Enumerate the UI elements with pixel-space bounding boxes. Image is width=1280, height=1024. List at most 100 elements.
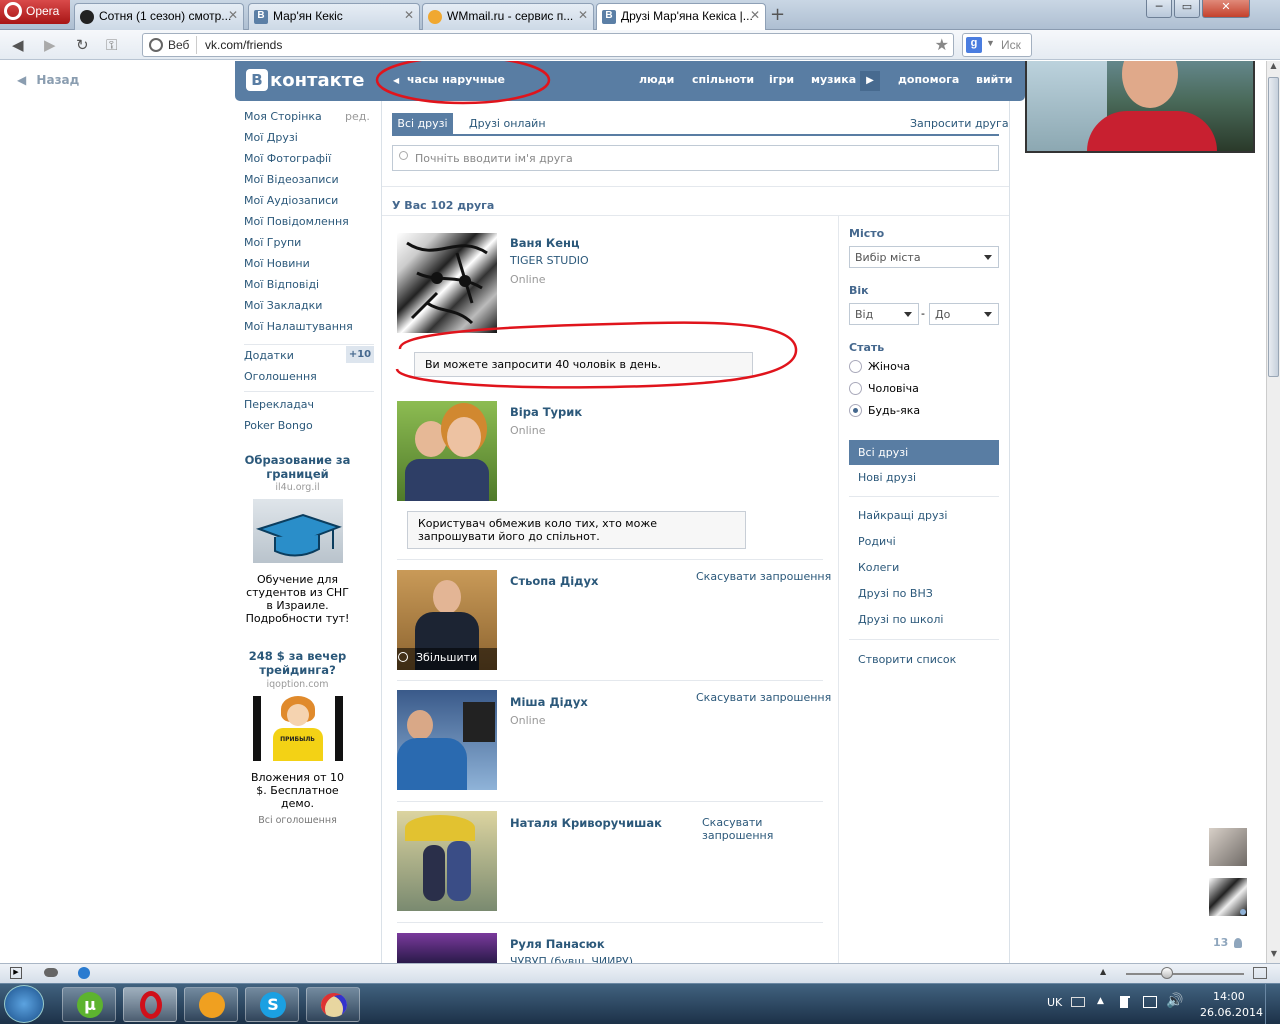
- list-best-friends[interactable]: Найкращі друзі: [848, 503, 998, 529]
- tab-close-icon[interactable]: ✕: [750, 8, 760, 22]
- list-relatives[interactable]: Родичі: [848, 529, 998, 555]
- menu-item-translator[interactable]: Перекладач: [244, 398, 314, 411]
- sex-radio-male[interactable]: [849, 382, 862, 395]
- friend-subtitle[interactable]: TIGER STUDIO: [510, 254, 589, 267]
- new-tab-plus-icon[interactable]: +: [770, 4, 785, 25]
- menu-item-news[interactable]: Мої Новини: [244, 253, 374, 274]
- tab-friends-online[interactable]: Друзі онлайн: [469, 117, 546, 130]
- tab-close-icon[interactable]: ✕: [228, 8, 238, 22]
- cancel-invite-link[interactable]: Скасувати запрошення: [696, 570, 831, 583]
- chevron-down-icon[interactable]: ▼: [986, 38, 995, 48]
- age-to-select[interactable]: До: [929, 303, 999, 325]
- apps-counter-badge[interactable]: +10: [346, 346, 374, 363]
- friend-search-input[interactable]: Почніть вводити ім'я друга: [392, 145, 999, 171]
- menu-item-apps[interactable]: Додатки: [244, 349, 294, 362]
- cloud-sync-icon[interactable]: [44, 968, 58, 977]
- top-nav-igry[interactable]: ігри: [769, 73, 794, 86]
- clock-time[interactable]: 14:00: [1213, 990, 1245, 1003]
- speed-dial-icon[interactable]: [78, 967, 90, 979]
- friend-avatar[interactable]: [397, 401, 497, 501]
- list-school[interactable]: Друзі по школі: [848, 607, 998, 633]
- friend-avatar[interactable]: [397, 811, 497, 911]
- zoom-slider-thumb[interactable]: [1161, 967, 1173, 979]
- browser-tab[interactable]: Сотня (1 сезон) смотр... ✕: [74, 3, 244, 30]
- online-count[interactable]: 13: [1213, 936, 1243, 949]
- tab-close-icon[interactable]: ✕: [578, 8, 588, 22]
- all-ads-link[interactable]: Всі оголошення: [244, 815, 351, 826]
- taskbar-paint[interactable]: [306, 987, 360, 1022]
- friend-name[interactable]: Руля Панасюк: [510, 937, 605, 951]
- scrollbar-thumb[interactable]: [1268, 77, 1279, 377]
- webcam-overlay[interactable]: [1025, 61, 1255, 153]
- graduation-cap-image[interactable]: [252, 499, 343, 563]
- menu-item-poker[interactable]: Poker Bongo: [244, 419, 313, 432]
- menu-item-settings[interactable]: Мої Налаштування: [244, 316, 374, 337]
- zoom-overlay[interactable]: Збільшити: [397, 648, 497, 670]
- friend-name[interactable]: Міша Дідух: [510, 695, 588, 709]
- tab-all-friends[interactable]: Всі друзі: [392, 113, 453, 134]
- clock-date[interactable]: 26.06.2014: [1200, 1006, 1263, 1019]
- back-link[interactable]: ◀ Назад: [17, 73, 79, 87]
- scroll-down-arrow-icon[interactable]: ▼: [1267, 949, 1280, 963]
- ad-title[interactable]: 248 $ за вечер трейдинга?: [244, 649, 351, 677]
- top-nav-dopomoga[interactable]: допомога: [898, 73, 959, 86]
- audio-play-icon[interactable]: ▶: [860, 71, 880, 91]
- list-new-friends[interactable]: Нові друзі: [858, 471, 916, 484]
- zoom-button[interactable]: [1253, 967, 1267, 979]
- browser-tab[interactable]: WMmail.ru - сервис п... ✕: [422, 3, 594, 30]
- network-icon[interactable]: [1143, 996, 1157, 1008]
- menu-item-videos[interactable]: Мої Відеозаписи: [244, 169, 374, 190]
- friend-name[interactable]: Наталя Криворучишак: [510, 816, 662, 830]
- menu-item-audios[interactable]: Мої Аудіозаписи: [244, 190, 374, 211]
- sex-option-label[interactable]: Жіноча: [868, 360, 910, 373]
- top-nav-ludi[interactable]: люди: [639, 73, 674, 86]
- search-engine-field[interactable]: g ▼ Иск: [962, 33, 1032, 57]
- menu-item-bookmarks[interactable]: Мої Закладки: [244, 295, 374, 316]
- sex-radio-any[interactable]: [849, 404, 862, 417]
- maximize-button[interactable]: ▭: [1174, 0, 1200, 18]
- scroll-up-arrow-icon[interactable]: ▲: [1267, 61, 1280, 75]
- friend-avatar[interactable]: Збільшити: [397, 570, 497, 670]
- edit-link[interactable]: ред.: [345, 110, 370, 123]
- sex-radio-female[interactable]: [849, 360, 862, 373]
- cancel-invite-link[interactable]: Скасувати запрошення: [696, 691, 831, 704]
- google-icon[interactable]: g: [966, 37, 982, 53]
- taskbar-aimp[interactable]: [184, 987, 238, 1022]
- create-list-link[interactable]: Створити список: [858, 653, 956, 666]
- browser-tab[interactable]: B Мар'ян Кекіс ✕: [248, 3, 420, 30]
- list-university[interactable]: Друзі по ВНЗ: [848, 581, 998, 607]
- friend-subtitle[interactable]: ЧУВУП (бувш. ЧИИРУ): [510, 955, 633, 963]
- city-select[interactable]: Вибір міста: [849, 246, 999, 268]
- friend-avatar[interactable]: [397, 933, 497, 963]
- friend-name[interactable]: Віра Турик: [510, 405, 582, 419]
- tray-expand-icon[interactable]: ▲: [1097, 996, 1104, 1006]
- list-colleagues[interactable]: Колеги: [848, 555, 998, 581]
- top-nav-spilnoty[interactable]: спільноти: [692, 73, 754, 86]
- minimize-button[interactable]: ─: [1146, 0, 1172, 18]
- reload-icon[interactable]: ↻: [76, 36, 89, 54]
- online-friend-avatar[interactable]: [1209, 828, 1247, 866]
- show-desktop-button[interactable]: [1265, 984, 1280, 1024]
- start-button[interactable]: [4, 985, 44, 1023]
- language-indicator[interactable]: UK: [1047, 996, 1062, 1009]
- zoom-up-arrow-icon[interactable]: ▲: [1100, 967, 1106, 976]
- list-all-friends[interactable]: Всі друзі: [849, 440, 999, 465]
- bookmark-star-icon[interactable]: ★: [935, 35, 949, 55]
- forward-arrow-icon[interactable]: ▶: [44, 36, 56, 54]
- vk-logo[interactable]: Bконтакте: [246, 69, 364, 93]
- friend-avatar[interactable]: [397, 690, 497, 790]
- menu-item-photos[interactable]: Мої Фотографії: [244, 148, 374, 169]
- trader-woman-image[interactable]: ПРИБЫЛЬ: [252, 696, 343, 761]
- browser-tab-active[interactable]: B Друзі Мар'яна Кекіса |... ✕: [596, 3, 766, 31]
- friend-name[interactable]: Ваня Кенц: [510, 236, 580, 250]
- keyboard-icon[interactable]: [1071, 997, 1085, 1007]
- age-from-select[interactable]: Від: [849, 303, 919, 325]
- top-nav-muzyka[interactable]: музика: [811, 73, 856, 86]
- flag-icon[interactable]: [1120, 996, 1130, 1008]
- volume-icon[interactable]: 🔊: [1166, 993, 1183, 1009]
- top-nav-vyity[interactable]: вийти: [976, 73, 1012, 86]
- sex-option-label[interactable]: Чоловіча: [868, 382, 919, 395]
- opera-menu-button[interactable]: Opera: [0, 0, 70, 24]
- page-scrollbar[interactable]: ▲ ▼: [1266, 61, 1280, 963]
- panel-toggle-icon[interactable]: ▶: [10, 967, 22, 979]
